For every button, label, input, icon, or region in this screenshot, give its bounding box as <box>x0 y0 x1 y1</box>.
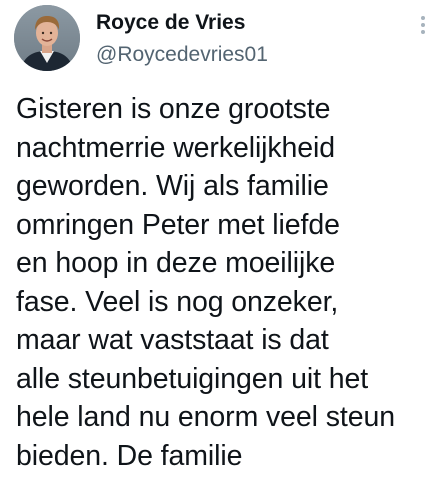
profile-photo-icon <box>14 5 80 71</box>
tweet-text: Gisteren is onze grootste nachtmerrie we… <box>16 90 441 475</box>
clipped-text-line <box>16 492 346 500</box>
author-display-name[interactable]: Royce de Vries <box>96 10 245 36</box>
tweet-text-line: en hoop in deze moeilijke <box>16 247 336 279</box>
tweet-text-line: hele land nu enorm veel steun <box>16 401 395 433</box>
tweet-text-line: alle steunbetuigingen uit het <box>16 362 369 395</box>
tweet-text-line: fase. Veel is nog onzeker, <box>16 285 339 318</box>
tweet-text-line: bieden. De familie <box>16 439 243 472</box>
tweet-text-line: maar wat vaststaat is dat <box>16 324 329 356</box>
tweet-text-line: geworden. Wij als familie <box>16 170 329 202</box>
more-vertical-icon[interactable] <box>412 12 434 38</box>
tweet: Royce de Vries @Roycedevries01 Gisteren … <box>0 0 445 500</box>
avatar[interactable] <box>14 5 80 71</box>
tweet-text-line: nachtmerrie werkelijkheid <box>16 131 336 164</box>
author-handle[interactable]: @Roycedevries01 <box>96 42 268 68</box>
tweet-text-line: omringen Peter met liefde <box>16 208 340 241</box>
tweet-text-line: Gisteren is onze grootste <box>16 93 331 125</box>
